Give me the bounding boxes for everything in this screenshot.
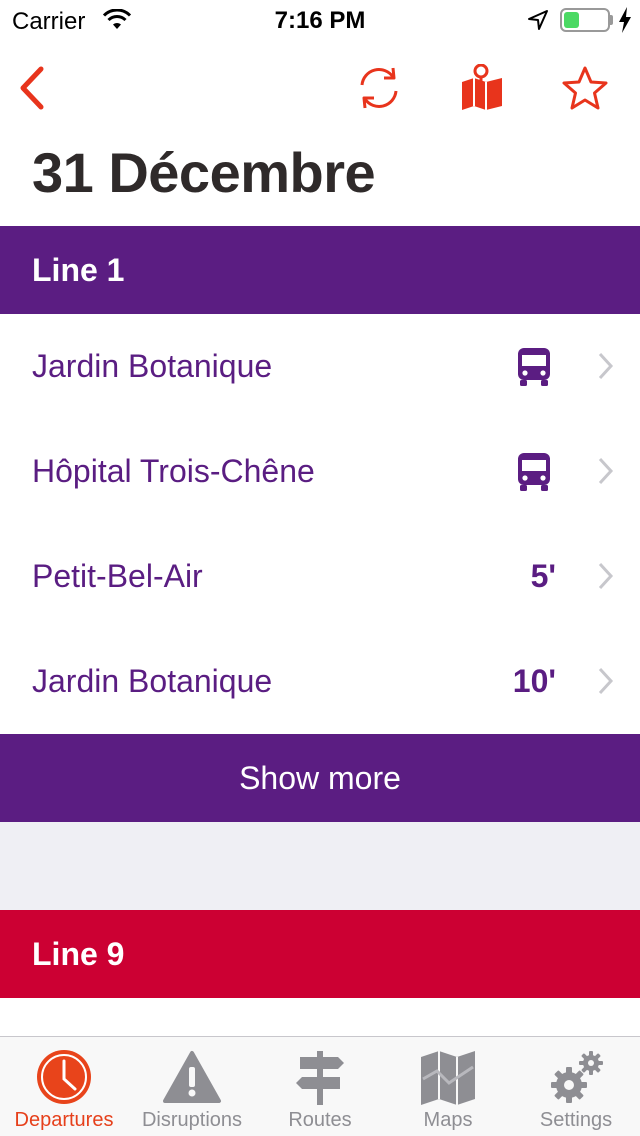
- favorite-button[interactable]: [557, 60, 613, 116]
- chevron-right-icon: [598, 562, 614, 595]
- page-title: 31 Décembre: [32, 141, 376, 204]
- tab-maps[interactable]: Maps: [384, 1037, 512, 1136]
- departure-row-1[interactable]: Jardin Botanique: [0, 314, 640, 419]
- tab-label: Departures: [14, 1109, 114, 1131]
- battery-icon: [560, 8, 610, 32]
- line-9-header: Line 9: [0, 910, 640, 998]
- departure-destination: Jardin Botanique: [32, 348, 273, 384]
- departure-destination: Hôpital Trois-Chêne: [32, 453, 315, 489]
- battery-level: [564, 12, 579, 28]
- tab-departures[interactable]: Departures: [0, 1037, 128, 1136]
- departure-row-4[interactable]: Jardin Botanique 10': [0, 629, 640, 734]
- tab-routes[interactable]: Routes: [256, 1037, 384, 1136]
- departure-row-2[interactable]: Hôpital Trois-Chêne: [0, 419, 640, 524]
- star-icon: [562, 66, 608, 110]
- tab-label: Disruptions: [141, 1109, 243, 1131]
- tab-label: Routes: [288, 1109, 352, 1131]
- nav-bar: [0, 40, 640, 130]
- battery-nub: [610, 15, 613, 25]
- map-location-button[interactable]: [454, 60, 510, 116]
- tab-label: Maps: [423, 1109, 473, 1131]
- departure-time: 10': [512, 663, 556, 699]
- tab-disruptions[interactable]: Disruptions: [128, 1037, 256, 1136]
- charging-bolt-icon: [618, 7, 632, 38]
- bus-icon: [516, 346, 552, 393]
- clock-icon: [37, 1050, 91, 1104]
- warning-icon: [163, 1051, 221, 1103]
- chevron-right-icon: [598, 457, 614, 490]
- departure-row-3[interactable]: Petit-Bel-Air 5': [0, 524, 640, 629]
- departure-destination: Petit-Bel-Air: [32, 558, 203, 594]
- map-icon: [421, 1051, 475, 1105]
- back-button[interactable]: [4, 60, 60, 116]
- section-separator: [0, 822, 640, 910]
- tab-bar: Departures Disruptions Routes Maps Setti…: [0, 1036, 640, 1136]
- chevron-right-icon: [598, 667, 614, 700]
- gears-icon: [551, 1051, 603, 1103]
- back-chevron-icon: [20, 66, 44, 110]
- bus-icon: [516, 451, 552, 498]
- chevron-right-icon: [598, 352, 614, 385]
- location-arrow-icon: [527, 9, 549, 36]
- status-bar: Carrier 7:16 PM: [0, 0, 640, 40]
- refresh-button[interactable]: [351, 60, 407, 116]
- tab-label: Settings: [539, 1109, 613, 1131]
- tab-settings[interactable]: Settings: [512, 1037, 640, 1136]
- line-1-header: Line 1: [0, 226, 640, 314]
- signpost-icon: [296, 1051, 344, 1105]
- departure-time: 5': [530, 558, 556, 594]
- refresh-icon: [360, 67, 398, 109]
- show-more-button[interactable]: Show more: [0, 734, 640, 822]
- departure-destination: Jardin Botanique: [32, 663, 273, 699]
- map-pin-icon: [462, 64, 502, 110]
